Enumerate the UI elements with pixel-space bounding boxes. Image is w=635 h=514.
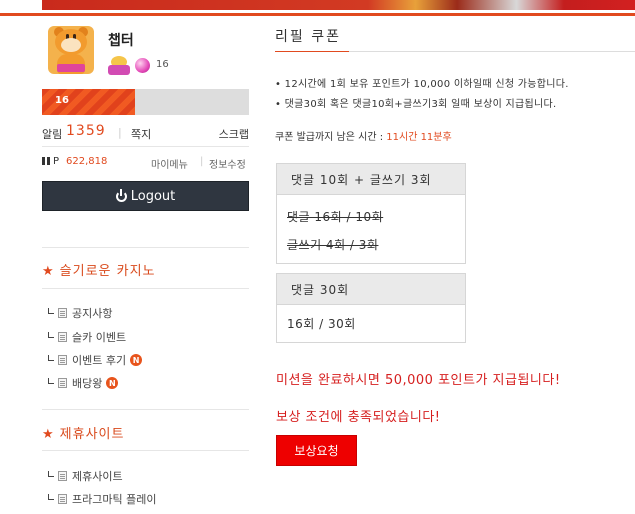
condition-box-comment-post: 댓글 10회 + 글쓰기 3회 댓글 16회 / 10회 글쓰기 4회 / 3회 <box>276 163 466 264</box>
coupon-deadline: 쿠폰 발급까지 남은 시간 : 11시간 11분후 <box>275 132 452 143</box>
request-reward-button[interactable]: 보상요청 <box>276 435 357 466</box>
condition-progress-comments: 16회 / 30회 <box>287 317 356 331</box>
notice-line: • 12시간에 1회 보유 포인트가 10,000 이하일때 신청 가능합니다. <box>275 79 569 90</box>
section-title-partners[interactable]: ★ 제휴사이트 <box>42 423 124 442</box>
document-icon <box>58 471 67 481</box>
condition-progress-posts: 글쓰기 4회 / 3회 <box>287 238 379 252</box>
point-prefix: P <box>53 156 60 167</box>
sidebar-item-event-review[interactable]: 이벤트 후기 N <box>48 353 143 367</box>
divider <box>42 409 249 410</box>
star-icon: ★ <box>42 264 55 279</box>
user-sidebar: 챕터 16 16 알림 1359 | 쪽지 스크랩 P 622,818 마이메뉴… <box>42 18 249 514</box>
sidebar-item-pragmatic-play[interactable]: 프라그마틱 플레이 <box>48 492 156 506</box>
condition-progress-comments: 댓글 16회 / 10회 <box>287 210 384 224</box>
document-icon <box>58 332 67 342</box>
avatar[interactable] <box>48 26 94 74</box>
tree-branch-icon <box>48 308 54 314</box>
tree-branch-icon <box>48 378 54 384</box>
point-row: P 622,818 마이메뉴 | 정보수정 <box>42 155 249 171</box>
new-badge-icon: N <box>130 354 143 366</box>
scrap-link[interactable]: 스크랩 <box>219 126 249 142</box>
logout-button[interactable]: Logout <box>42 181 249 211</box>
level-progress-bar: 16 <box>42 89 249 115</box>
tree-branch-icon <box>48 494 54 500</box>
reward-status-text: 보상 조건에 충족되었습니다! <box>276 410 441 425</box>
tree-branch-icon <box>48 471 54 477</box>
alarm-count[interactable]: 1359 <box>66 123 106 139</box>
star-icon: ★ <box>42 427 55 442</box>
sidebar-item-event[interactable]: 슬카 이벤트 <box>48 330 126 344</box>
user-quick-links: 알림 1359 | 쪽지 스크랩 <box>42 123 249 142</box>
logout-label: Logout <box>130 188 176 204</box>
document-icon <box>58 378 67 388</box>
divider <box>42 288 249 289</box>
sidebar-item-partner-site[interactable]: 제휴사이트 <box>48 469 123 483</box>
divider <box>42 146 249 147</box>
level-badge-icon <box>108 56 130 76</box>
sidebar-item-notice[interactable]: 공지사항 <box>48 306 112 320</box>
condition-box-header: 댓글 30회 <box>277 274 465 305</box>
section-title-casino[interactable]: ★ 슬기로운 카지노 <box>42 260 156 279</box>
header-accent-line <box>0 13 635 16</box>
level-number: 16 <box>55 95 69 106</box>
document-icon <box>58 308 67 318</box>
title-underline <box>275 51 635 52</box>
condition-box-comments: 댓글 30회 16회 / 30회 <box>276 273 466 343</box>
info-edit-link[interactable]: 정보수정 <box>209 156 246 171</box>
gift-icon <box>42 155 50 165</box>
page-title: 리필 쿠폰 <box>275 29 341 45</box>
condition-box-header: 댓글 10회 + 글쓰기 3회 <box>277 164 465 195</box>
my-menu-link[interactable]: 마이메뉴 <box>151 156 188 171</box>
alarm-link[interactable]: 알림 <box>42 126 62 142</box>
note-link[interactable]: 쪽지 <box>131 126 151 142</box>
new-badge-icon: N <box>106 377 119 389</box>
power-icon <box>115 188 127 202</box>
gem-icon <box>135 58 150 73</box>
point-value: 622,818 <box>66 156 108 167</box>
notice-line: • 댓글30회 혹은 댓글10회+글쓰기3회 일때 보상이 지급됩니다. <box>275 99 557 110</box>
deadline-time: 11시간 11분후 <box>386 132 452 143</box>
tree-branch-icon <box>48 355 54 361</box>
tree-branch-icon <box>48 332 54 338</box>
sidebar-item-payout-king[interactable]: 배당왕 N <box>48 376 119 390</box>
document-icon <box>58 494 67 504</box>
document-icon <box>58 355 67 365</box>
divider <box>42 450 249 451</box>
divider: | <box>118 126 122 139</box>
top-banner-bar <box>0 0 635 18</box>
gem-count: 16 <box>156 59 169 70</box>
divider <box>42 247 249 248</box>
user-nickname: 챕터 <box>108 33 134 49</box>
mission-reward-text: 미션을 완료하시면 50,000 포인트가 지급됩니다! <box>276 373 561 388</box>
promo-banner-image[interactable] <box>42 0 635 10</box>
divider: | <box>200 156 204 167</box>
refill-coupon-panel: 리필 쿠폰 • 12시간에 1회 보유 포인트가 10,000 이하일때 신청 … <box>275 18 635 514</box>
